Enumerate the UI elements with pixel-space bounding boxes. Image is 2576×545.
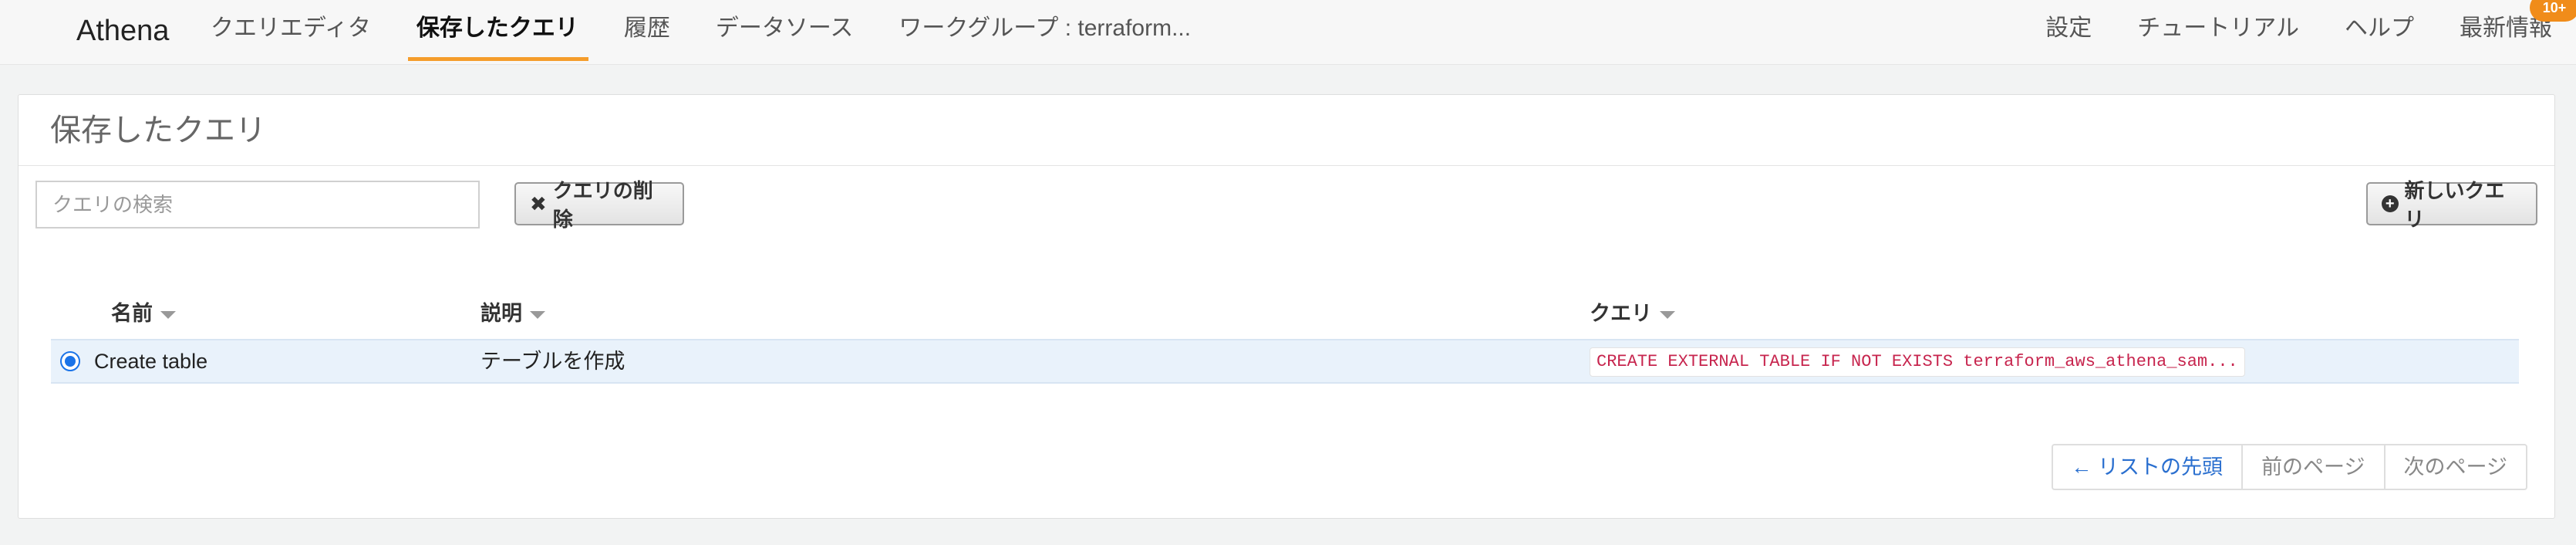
brand-logo[interactable]: Athena (76, 12, 169, 49)
sort-caret-icon (160, 310, 176, 319)
nav-tutorial[interactable]: チュートリアル (2136, 0, 2300, 57)
nav-help[interactable]: ヘルプ (2344, 0, 2415, 57)
panel-header: 保存したクエリ (19, 95, 2554, 166)
row-description: テーブルを作成 (480, 350, 625, 373)
new-query-label: 新しいクエリ (2404, 179, 2505, 231)
column-header-name[interactable]: 名前 (111, 294, 176, 333)
row-query-snippet[interactable]: CREATE EXTERNAL TABLE IF NOT EXISTS terr… (1590, 347, 2245, 377)
close-icon: ✖ (530, 191, 547, 215)
delete-query-label: クエリの削除 (552, 179, 653, 231)
table-row[interactable]: Create table テーブルを作成 CREATE EXTERNAL TAB… (51, 339, 2519, 384)
nav-history[interactable]: 履歴 (623, 0, 671, 57)
delete-query-button[interactable]: ✖ クエリの削除 (514, 179, 684, 231)
sort-caret-icon (530, 310, 545, 319)
sort-caret-icon (1660, 310, 1675, 319)
nav-data-sources[interactable]: データソース (715, 0, 855, 57)
prev-page-button[interactable]: 前のページ (2241, 445, 2383, 489)
column-header-name-label: 名前 (111, 302, 153, 325)
pagination: ← リストの先頭 前のページ 次のページ (2051, 444, 2527, 490)
new-query-button[interactable]: + 新しいクエリ (2366, 179, 2537, 231)
column-header-query-label: クエリ (1590, 302, 1652, 325)
first-page-link[interactable]: ← リストの先頭 (2053, 445, 2242, 489)
whats-new-badge: 10+ (2530, 0, 2576, 22)
nav-query-editor[interactable]: クエリエディタ (210, 0, 372, 57)
column-header-description[interactable]: 説明 (480, 294, 545, 333)
saved-queries-panel: 保存したクエリ ✖ クエリの削除 + 新しいクエリ 名前 説明 クエリ Crea… (18, 94, 2555, 519)
nav-right-group: 設定 チュートリアル ヘルプ 最新情報 (2001, 0, 2553, 65)
nav-saved-queries[interactable]: 保存したクエリ (407, 0, 588, 61)
plus-circle-icon: + (2382, 195, 2399, 212)
nav-left-group: クエリエディタ 保存したクエリ 履歴 データソース ワークグループ : terr… (210, 0, 1236, 65)
nav-settings[interactable]: 設定 (2045, 0, 2092, 57)
nav-workgroup[interactable]: ワークグループ : terraform... (898, 0, 1192, 57)
next-page-button[interactable]: 次のページ (2383, 445, 2526, 489)
row-select-radio[interactable] (60, 351, 80, 371)
column-header-query[interactable]: クエリ (1590, 294, 1675, 333)
table-header: 名前 説明 クエリ (51, 294, 2519, 340)
search-input[interactable] (35, 181, 480, 228)
page-title: 保存したクエリ (50, 113, 266, 147)
row-name: Create table (94, 350, 208, 373)
column-header-description-label: 説明 (480, 302, 522, 325)
top-navigation-bar: Athena クエリエディタ 保存したクエリ 履歴 データソース ワークグループ… (0, 0, 2576, 65)
